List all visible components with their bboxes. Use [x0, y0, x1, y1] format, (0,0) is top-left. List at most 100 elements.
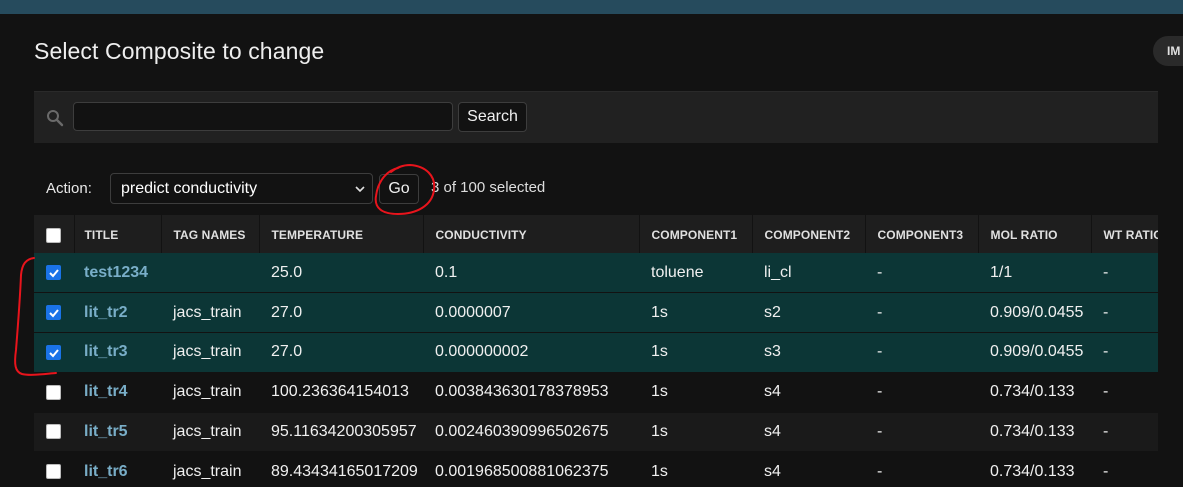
title-cell[interactable]: lit_tr2 [74, 293, 161, 333]
tag-names-cell: jacs_train [173, 343, 242, 361]
conductivity-cell: 0.0000007 [435, 303, 511, 321]
selection-counter: 3 of 100 selected [431, 179, 546, 196]
component2-cell: s2 [764, 303, 781, 321]
checkmark-icon [49, 269, 59, 278]
page-title: Select Composite to change [34, 38, 325, 64]
component2-cell: s4 [764, 383, 781, 401]
component1-cell: toluene [651, 263, 704, 281]
row-select-cell [34, 452, 74, 487]
row-checkbox[interactable] [46, 424, 61, 440]
action-select[interactable]: predict conductivity [110, 173, 373, 204]
conductivity-cell: 0.001968500881062375 [435, 462, 609, 480]
component1-cell: 1s [651, 423, 668, 441]
action-label: Action: [46, 180, 92, 197]
tag-names-cell: jacs_train [173, 462, 242, 480]
component3-cell: - [877, 343, 883, 361]
table-header-row: TITLE TAG NAMES TEMPERATURE CONDUCTIVITY… [34, 215, 1158, 253]
component3-cell: - [877, 263, 883, 281]
column-header-component3[interactable]: COMPONENT3 [865, 215, 979, 253]
conductivity-cell: 0.000000002 [435, 343, 529, 361]
temperature-cell: 27.0 [271, 343, 303, 361]
component2-cell: li_cl [764, 263, 792, 281]
column-header-tag-names[interactable]: TAG NAMES [161, 215, 260, 253]
temperature-cell: 27.0 [271, 303, 303, 321]
wt-ratio-cell: - [1103, 462, 1109, 480]
mol-ratio-cell: 0.734/0.133 [990, 462, 1075, 480]
wt-ratio-cell: - [1103, 423, 1109, 441]
search-icon [47, 110, 64, 127]
mol-ratio-cell: 0.734/0.133 [990, 383, 1075, 401]
component1-cell: 1s [651, 303, 668, 321]
temperature-cell: 100.236364154013 [271, 383, 409, 401]
tag-names-cell: jacs_train [173, 303, 242, 321]
table-row: lit_tr3 jacs_train 27.0 0.000000002 1s s3 - 0.9… [34, 332, 1158, 373]
column-header-wt-ratio[interactable]: WT RATIO [1091, 215, 1158, 253]
wt-ratio-cell: - [1103, 343, 1109, 361]
component3-cell: - [877, 303, 883, 321]
mol-ratio-cell: 1/1 [990, 263, 1013, 281]
component2-cell: s4 [764, 423, 781, 441]
column-header-temperature[interactable]: TEMPERATURE [259, 215, 424, 253]
wt-ratio-cell: - [1103, 263, 1109, 281]
table-row: lit_tr2 jacs_train 27.0 0.0000007 1s s2 - 0.909… [34, 292, 1158, 333]
wt-ratio-cell: - [1103, 383, 1109, 401]
title-cell[interactable]: lit_tr6 [74, 452, 161, 487]
conductivity-cell: 0.002460390996502675 [435, 423, 609, 441]
title-cell[interactable]: lit_tr3 [74, 333, 161, 373]
conductivity-cell: 0.1 [435, 263, 458, 281]
column-header-component1[interactable]: COMPONENT1 [639, 215, 753, 253]
search-button[interactable]: Search [458, 102, 527, 132]
tag-names-cell: jacs_train [173, 383, 242, 401]
temperature-cell: 95.11634200305957 [271, 423, 417, 441]
component2-cell: s3 [764, 343, 781, 361]
mol-ratio-cell: 0.909/0.0455 [990, 343, 1084, 361]
table-row: lit_tr6 jacs_train 89.43434165017209 0.0019… [34, 451, 1158, 487]
title-cell[interactable]: lit_tr5 [74, 412, 161, 452]
mol-ratio-cell: 0.734/0.133 [990, 423, 1075, 441]
select-all-cell [34, 215, 75, 253]
action-select-value: predict conductivity [121, 180, 258, 197]
temperature-cell: 89.43434165017209 [271, 462, 418, 480]
table-row: lit_tr4 jacs_train 100.236364154013 0.00384… [34, 372, 1158, 413]
search-toolbar: Search [34, 91, 1158, 143]
conductivity-cell: 0.003843630178378953 [435, 383, 609, 401]
title-cell[interactable]: lit_tr4 [74, 372, 161, 412]
row-select-cell [34, 372, 74, 412]
column-header-mol-ratio[interactable]: MOL RATIO [978, 215, 1092, 253]
results-table-container: TITLE TAG NAMES TEMPERATURE CONDUCTIVITY… [34, 215, 1158, 487]
column-header-title[interactable]: TITLE [74, 215, 162, 253]
temperature-cell: 25.0 [271, 263, 303, 281]
site-header-bar [0, 0, 1183, 14]
checkmark-icon [49, 309, 59, 318]
search-input[interactable] [73, 102, 453, 131]
results-table: TITLE TAG NAMES TEMPERATURE CONDUCTIVITY… [34, 215, 1158, 487]
tag-names-cell: jacs_train [173, 423, 242, 441]
component3-cell: - [877, 383, 883, 401]
row-select-cell [34, 253, 74, 293]
row-checkbox[interactable] [46, 344, 61, 360]
chevron-down-icon [355, 186, 365, 193]
row-select-cell [34, 412, 74, 452]
column-header-conductivity[interactable]: CONDUCTIVITY [423, 215, 640, 253]
tag-names-cell [161, 253, 259, 293]
row-checkbox[interactable] [46, 304, 61, 320]
component1-cell: 1s [651, 383, 668, 401]
mol-ratio-cell: 0.909/0.0455 [990, 303, 1084, 321]
component1-cell: 1s [651, 343, 668, 361]
row-checkbox[interactable] [46, 464, 61, 480]
row-checkbox[interactable] [46, 264, 61, 280]
go-button[interactable]: Go [379, 174, 419, 204]
component3-cell: - [877, 423, 883, 441]
checkmark-icon [49, 349, 59, 358]
component3-cell: - [877, 462, 883, 480]
select-all-checkbox[interactable] [46, 227, 61, 243]
column-header-component2[interactable]: COMPONENT2 [752, 215, 866, 253]
import-button[interactable]: IM [1153, 36, 1183, 66]
component1-cell: 1s [651, 462, 668, 480]
row-checkbox[interactable] [46, 384, 61, 400]
table-row: test1234 25.0 0.1 toluene li_cl - 1/1 - [34, 253, 1158, 293]
title-cell[interactable]: test1234 [74, 253, 161, 293]
table-row: lit_tr5 jacs_train 95.11634200305957 0.0024… [34, 412, 1158, 452]
row-select-cell [34, 293, 74, 333]
row-select-cell [34, 333, 74, 373]
